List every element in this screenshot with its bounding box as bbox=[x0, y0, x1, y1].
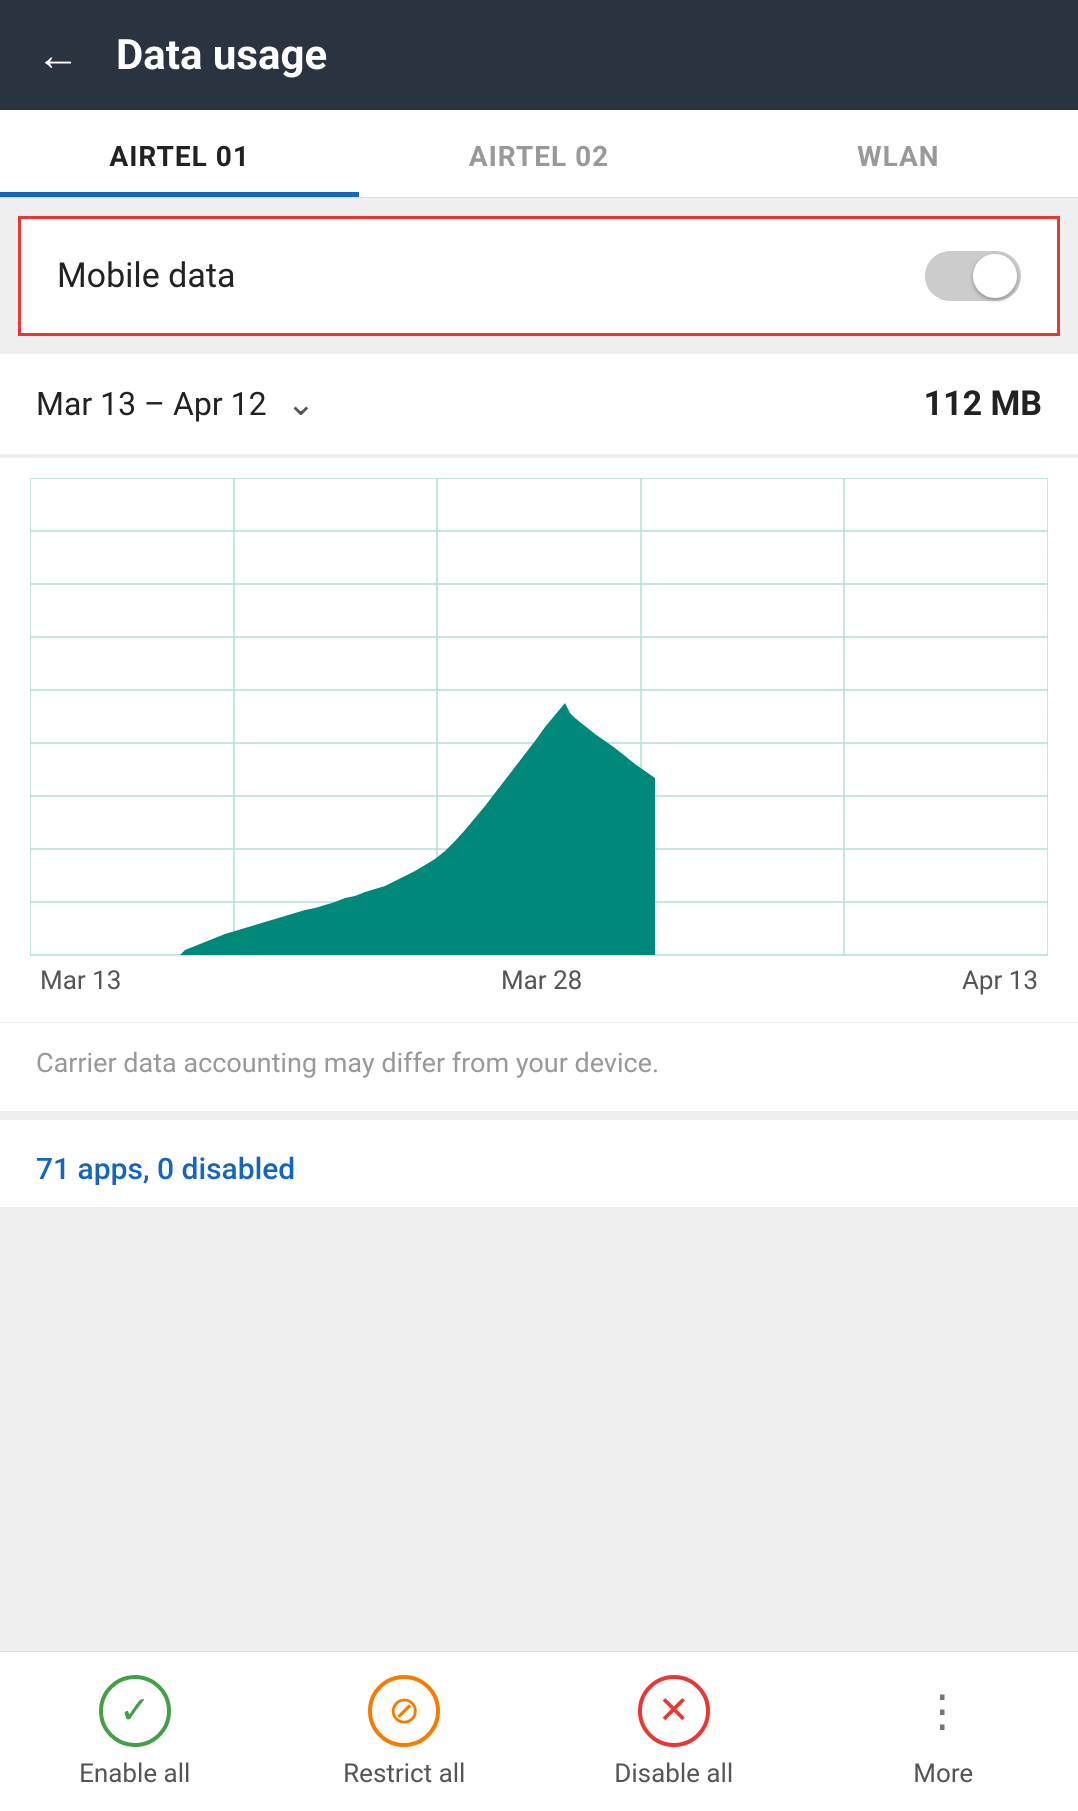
tab-wlan[interactable]: WLAN bbox=[719, 110, 1078, 197]
disclaimer-text: Carrier data accounting may differ from … bbox=[0, 1022, 1078, 1111]
date-range-selector[interactable]: Mar 13 – Apr 12 ⌄ bbox=[36, 384, 315, 424]
enable-all-label: Enable all bbox=[79, 1759, 190, 1789]
more-button[interactable]: ⋮ More bbox=[809, 1675, 1078, 1789]
chart-area bbox=[30, 478, 1048, 958]
mobile-data-label: Mobile data bbox=[57, 256, 235, 296]
chart-container: Mar 13 Mar 28 Apr 13 bbox=[0, 458, 1078, 1022]
chart-label-start: Mar 13 bbox=[40, 966, 121, 996]
more-dots-icon: ⋮ bbox=[920, 1675, 966, 1747]
disable-all-label: Disable all bbox=[614, 1759, 733, 1789]
back-button[interactable]: ← bbox=[36, 29, 80, 81]
header: ← Data usage bbox=[0, 0, 1078, 110]
bottom-action-bar: ✓ Enable all ⊘ Restrict all ✕ Disable al… bbox=[0, 1651, 1078, 1811]
date-range-text: Mar 13 – Apr 12 bbox=[36, 385, 267, 423]
chart-label-end: Apr 13 bbox=[962, 966, 1038, 996]
tabs-container: AIRTEL 01 AIRTEL 02 WLAN bbox=[0, 110, 1078, 198]
more-label: More bbox=[913, 1759, 973, 1789]
chart-label-mid: Mar 28 bbox=[501, 966, 582, 996]
disable-all-button[interactable]: ✕ Disable all bbox=[539, 1675, 809, 1789]
mobile-data-toggle[interactable] bbox=[925, 251, 1021, 301]
restrict-all-label: Restrict all bbox=[343, 1759, 465, 1789]
chevron-down-icon: ⌄ bbox=[287, 384, 316, 424]
restrict-all-icon: ⊘ bbox=[368, 1675, 440, 1747]
enable-all-button[interactable]: ✓ Enable all bbox=[0, 1675, 270, 1789]
usage-chart bbox=[30, 478, 1048, 958]
restrict-all-button[interactable]: ⊘ Restrict all bbox=[270, 1675, 540, 1789]
mobile-data-row: Mobile data bbox=[18, 216, 1060, 336]
tab-airtel01[interactable]: AIRTEL 01 bbox=[0, 110, 359, 197]
page-title: Data usage bbox=[116, 31, 327, 80]
disable-all-icon: ✕ bbox=[638, 1675, 710, 1747]
data-size-label: 112 MB bbox=[924, 384, 1042, 424]
tab-airtel02[interactable]: AIRTEL 02 bbox=[359, 110, 718, 197]
date-range-row: Mar 13 – Apr 12 ⌄ 112 MB bbox=[0, 354, 1078, 454]
apps-summary[interactable]: 71 apps, 0 disabled bbox=[0, 1119, 1078, 1207]
chart-x-labels: Mar 13 Mar 28 Apr 13 bbox=[30, 958, 1048, 1012]
toggle-knob bbox=[973, 254, 1017, 298]
apps-summary-text: 71 apps, 0 disabled bbox=[36, 1152, 295, 1187]
enable-all-icon: ✓ bbox=[99, 1675, 171, 1747]
